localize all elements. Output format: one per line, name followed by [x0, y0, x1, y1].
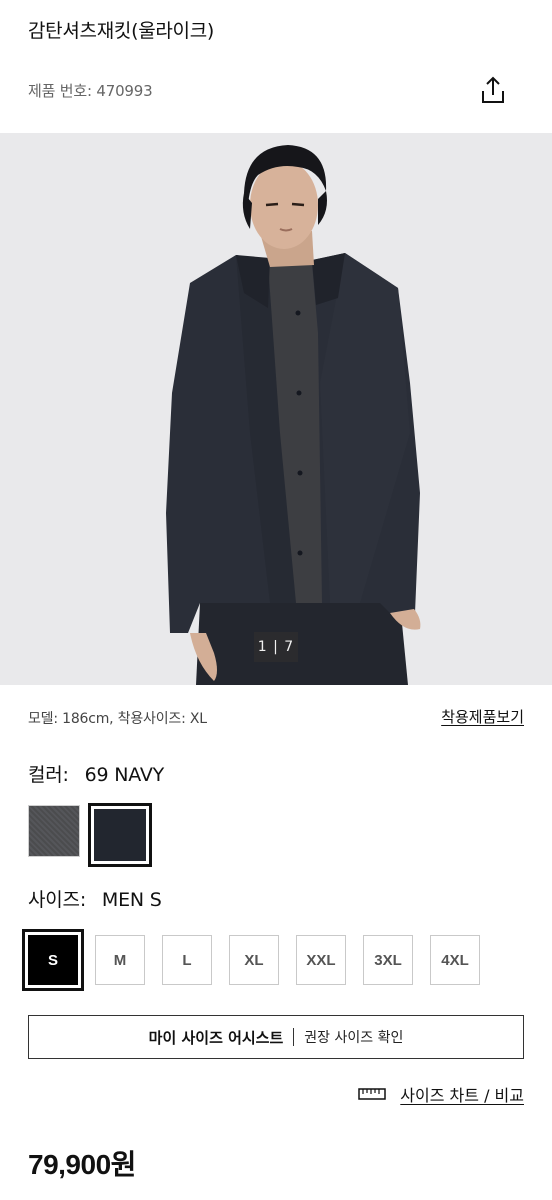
- swatch-fill: [94, 809, 146, 861]
- share-icon: [482, 76, 504, 103]
- product-image[interactable]: [0, 133, 552, 685]
- size-option-xl[interactable]: XL: [229, 935, 279, 985]
- color-label: 컬러: 69 NAVY: [28, 760, 164, 787]
- size-option-xxl[interactable]: XXL: [296, 935, 346, 985]
- product-title: 감탄셔츠재킷(울라이크): [28, 20, 215, 42]
- size-option-s[interactable]: S: [22, 929, 84, 991]
- share-button[interactable]: [478, 74, 508, 106]
- size-option-label: S: [28, 935, 78, 985]
- size-label-text: 사이즈:: [28, 889, 87, 911]
- size-option-l[interactable]: L: [162, 935, 212, 985]
- product-number: 제품 번호: 470993: [28, 82, 153, 100]
- size-option-3xl[interactable]: 3XL: [363, 935, 413, 985]
- model-photo: [0, 133, 552, 685]
- assist-main-label: 마이 사이즈 어시스트: [148, 1028, 284, 1047]
- image-counter: 1 | 7: [254, 632, 298, 662]
- divider: [293, 1028, 295, 1046]
- size-chart-label: 사이즈 차트 / 비교: [400, 1086, 524, 1105]
- size-option-4xl[interactable]: 4XL: [430, 935, 480, 985]
- worn-products-link[interactable]: 착용제품보기: [441, 706, 524, 727]
- color-swatch-gray[interactable]: [28, 805, 80, 857]
- assist-sub-label: 권장 사이즈 확인: [304, 1030, 404, 1046]
- swatch-fill: [29, 806, 79, 856]
- product-price: 79,900원: [28, 1149, 136, 1180]
- ruler-icon: [358, 1088, 387, 1100]
- model-info: 모델: 186cm, 착용사이즈: XL: [28, 711, 207, 727]
- size-option-m[interactable]: M: [95, 935, 145, 985]
- size-label: 사이즈: MEN S: [28, 885, 162, 912]
- color-swatch-navy[interactable]: [88, 803, 152, 867]
- color-label-text: 컬러:: [28, 764, 69, 786]
- size-value: MEN S: [101, 889, 162, 911]
- size-chart-link[interactable]: 사이즈 차트 / 비교: [358, 1082, 524, 1106]
- my-size-assist-button[interactable]: 마이 사이즈 어시스트 권장 사이즈 확인: [28, 1015, 524, 1059]
- color-value: 69 NAVY: [84, 764, 165, 786]
